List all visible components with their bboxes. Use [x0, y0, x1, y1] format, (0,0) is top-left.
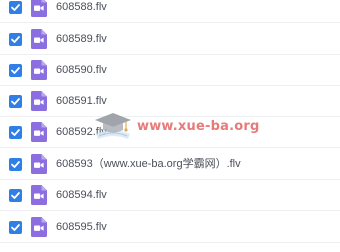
checkbox-checked-icon[interactable] — [9, 1, 22, 14]
checkbox-checked-icon[interactable] — [9, 64, 22, 77]
file-row[interactable]: 608590.flv — [0, 55, 340, 86]
video-file-icon — [31, 217, 47, 237]
file-name[interactable]: 608590.flv — [56, 64, 107, 77]
file-name[interactable]: 608588.flv — [56, 1, 107, 14]
file-list: 608588.flv 608589.flv 608590.flv 608591.… — [0, 0, 340, 252]
file-row[interactable]: 608589.flv — [0, 24, 340, 55]
file-row[interactable]: 608588.flv — [0, 0, 340, 23]
file-name[interactable]: 608595.flv — [56, 221, 107, 234]
checkbox-checked-icon[interactable] — [9, 126, 22, 139]
file-name[interactable]: 608593（www.xue-ba.org学霸网）.flv — [56, 158, 241, 171]
checkbox-checked-icon[interactable] — [9, 95, 22, 108]
file-row[interactable]: 608593（www.xue-ba.org学霸网）.flv — [0, 149, 340, 180]
file-name[interactable]: 608589.flv — [56, 33, 107, 46]
watermark-text: www.xue-ba.org — [137, 119, 260, 134]
video-file-icon — [31, 60, 47, 80]
checkbox-checked-icon[interactable] — [9, 221, 22, 234]
watermark: www.xue-ba.org — [93, 106, 259, 148]
video-file-icon — [31, 122, 47, 142]
video-file-icon — [31, 154, 47, 174]
file-row[interactable]: 608595.flv — [0, 212, 340, 243]
file-name[interactable]: 608594.flv — [56, 189, 107, 202]
video-file-icon — [31, 185, 47, 205]
checkbox-checked-icon[interactable] — [9, 158, 22, 171]
video-file-icon — [31, 0, 47, 17]
checkbox-checked-icon[interactable] — [9, 189, 22, 202]
video-file-icon — [31, 29, 47, 49]
video-file-icon — [31, 91, 47, 111]
graduation-cap-logo-icon — [93, 108, 133, 146]
checkbox-checked-icon[interactable] — [9, 33, 22, 46]
file-row[interactable]: 608594.flv — [0, 180, 340, 211]
